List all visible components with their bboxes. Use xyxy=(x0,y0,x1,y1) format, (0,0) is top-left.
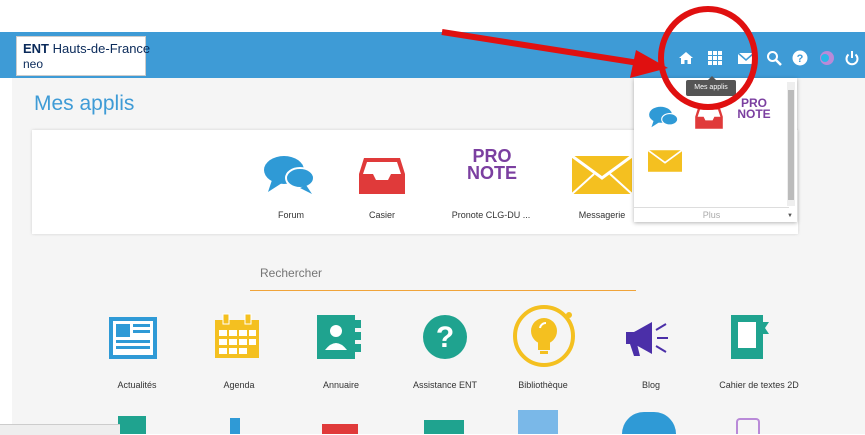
status-bar xyxy=(0,424,120,435)
annotation-overlay xyxy=(441,6,758,110)
annotation-circle xyxy=(658,6,758,110)
annotation-arrow-line xyxy=(441,29,646,67)
